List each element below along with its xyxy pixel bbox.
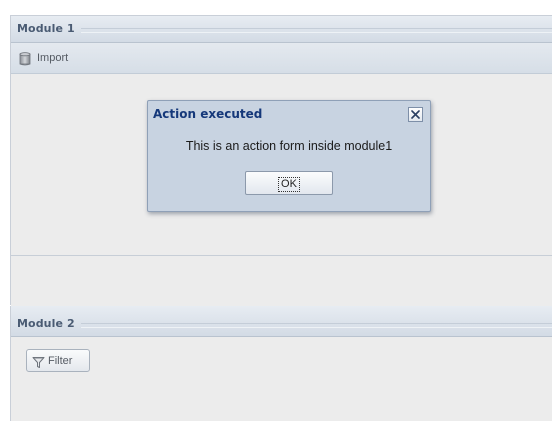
dialog-close-button[interactable]: [408, 107, 423, 122]
import-button[interactable]: Import: [19, 50, 68, 66]
module2-header: Module 2: [11, 306, 552, 337]
filter-label: Filter: [48, 354, 73, 367]
funnel-icon: [32, 354, 45, 368]
close-icon: [411, 110, 420, 119]
database-icon: [19, 51, 31, 66]
module2-panel: Module 2 Filter: [10, 306, 552, 421]
module2-title-rule: [81, 323, 552, 328]
module1-title: Module 1: [17, 22, 75, 35]
module1-footer: [11, 256, 552, 306]
app-window: Module 1 Import Action executed This is …: [0, 0, 552, 421]
filter-button[interactable]: Filter: [26, 349, 90, 372]
dialog-title: Action executed: [153, 107, 263, 121]
module2-title: Module 2: [17, 317, 75, 330]
dialog-message: This is an action form inside module1: [185, 139, 393, 153]
ok-button-label: OK: [278, 177, 300, 192]
action-dialog: Action executed This is an action form i…: [147, 100, 431, 212]
module1-title-rule: [81, 28, 552, 33]
module1-toolbar: Import: [11, 43, 552, 74]
module1-header: Module 1: [11, 16, 552, 43]
ok-button[interactable]: OK: [245, 171, 333, 195]
import-label: Import: [37, 52, 69, 64]
